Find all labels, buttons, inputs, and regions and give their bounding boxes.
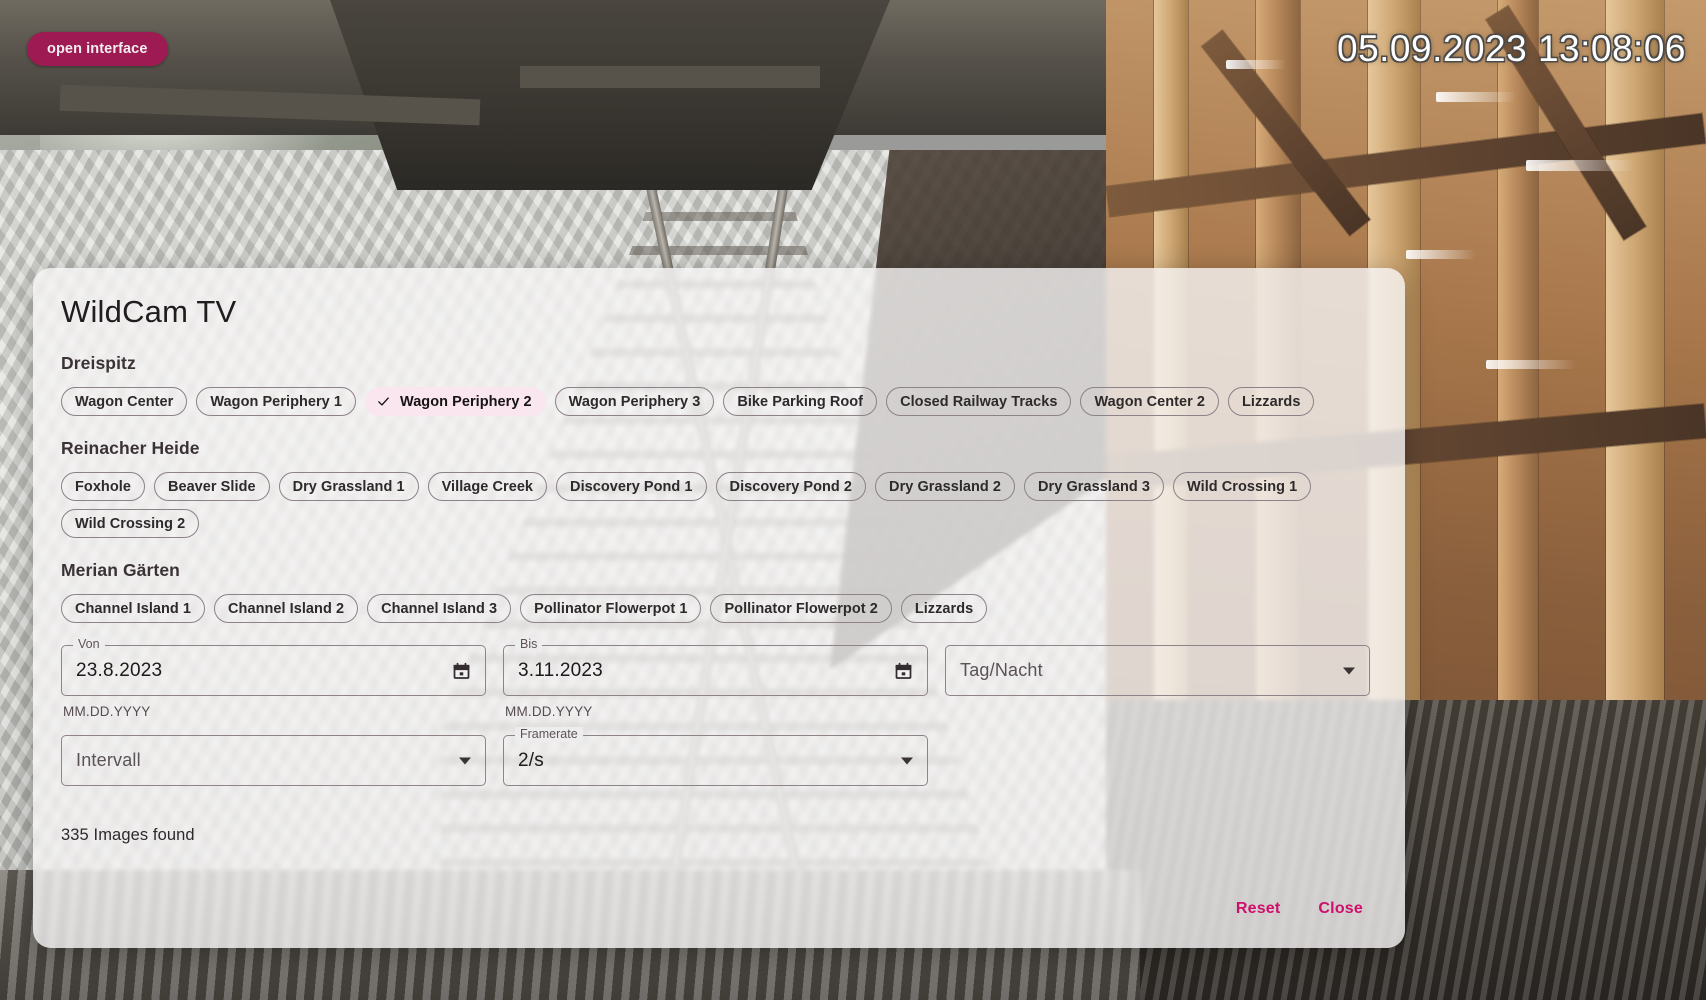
scene-light-glare [1436, 92, 1516, 102]
scene-light-glare [1526, 160, 1636, 171]
camera-chip[interactable]: Pollinator Flowerpot 2 [710, 594, 892, 623]
camera-chip[interactable]: Discovery Pond 2 [715, 472, 867, 501]
camera-chip[interactable]: Dry Grassland 2 [875, 472, 1016, 501]
result-count-label: 335 Images found [61, 826, 195, 844]
camera-chip[interactable]: Wagon Center 2 [1080, 387, 1220, 416]
camera-chip-label: Channel Island 3 [381, 600, 498, 617]
camera-chip-label: Dry Grassland 2 [889, 478, 1002, 495]
group-heading: Dreispitz [61, 353, 136, 373]
camera-chip[interactable]: Channel Island 2 [214, 594, 359, 623]
to-date-value: 3.11.2023 [518, 659, 603, 681]
camera-chip-label: Wagon Periphery 3 [568, 393, 701, 410]
camera-chip-label: Bike Parking Roof [737, 393, 864, 410]
reset-button[interactable]: Reset [1222, 892, 1295, 926]
camera-chip-label: Wagon Periphery 1 [210, 393, 342, 410]
camera-chip-label: Pollinator Flowerpot 2 [724, 600, 878, 617]
camera-chip[interactable]: Wagon Center [61, 387, 188, 416]
camera-chip[interactable]: Village Creek [427, 472, 548, 501]
group-heading: Merian Gärten [61, 560, 180, 580]
camera-chip-label: Wild Crossing 1 [1187, 478, 1298, 495]
scene-light-glare [1406, 250, 1476, 259]
wildcam-settings-dialog: WildCam TV Dreispitz Wagon Center Wagon Pe… [33, 268, 1405, 948]
interval-select-placeholder: Intervall [76, 750, 141, 770]
camera-chip[interactable]: Lizzards [900, 594, 988, 623]
camera-chip-label: Wild Crossing 2 [75, 515, 186, 532]
framerate-select-box[interactable]: Framerate 2/s [503, 727, 928, 786]
camera-chip-label: Wagon Periphery 2 [400, 393, 532, 410]
open-interface-button[interactable]: open interface [27, 32, 168, 66]
to-date-hint: MM.DD.YYYY [505, 704, 593, 719]
camera-chip[interactable]: Dry Grassland 1 [278, 472, 419, 501]
from-date-value: 23.8.2023 [76, 659, 163, 681]
camera-chip-label: Dry Grassland 3 [1038, 478, 1151, 495]
interval-select-box[interactable]: Intervall [61, 735, 486, 786]
camera-chip[interactable]: Pollinator Flowerpot 1 [520, 594, 702, 623]
camera-chip-label: Discovery Pond 2 [729, 478, 853, 495]
camera-chip-label: Foxhole [75, 478, 131, 495]
interval-select-field[interactable]: Intervall [61, 735, 486, 786]
camera-chip-label: Dry Grassland 1 [292, 478, 405, 495]
daynight-select-field[interactable]: Tag/Nacht [945, 645, 1370, 696]
camera-chip[interactable]: Wagon Periphery 3 [554, 387, 715, 416]
camera-chip-label: Village Creek [441, 478, 534, 495]
chip-row: Foxhole Beaver Slide Dry Grassland 1 Villag… [61, 472, 1377, 538]
video-timestamp: 05.09.2023 13:08:06 [1337, 28, 1686, 69]
dialog-actions: Reset Close [1222, 892, 1377, 926]
camera-chip-label: Beaver Slide [167, 478, 256, 495]
scene-wagon-shadow [330, 0, 890, 190]
camera-chip[interactable]: Wagon Periphery 1 [196, 387, 356, 416]
camera-chip-label: Channel Island 1 [75, 600, 192, 617]
framerate-select-field[interactable]: Framerate 2/s [503, 727, 928, 786]
chevron-down-icon[interactable] [1343, 667, 1355, 674]
camera-chip-label: Wagon Center [75, 393, 174, 410]
to-date-field[interactable]: Bis 3.11.2023 MM.DD.YYYY [503, 637, 928, 719]
camera-chip[interactable]: Lizzards [1228, 387, 1315, 416]
group-heading: Reinacher Heide [61, 438, 200, 458]
camera-chip-label: Discovery Pond 1 [570, 478, 693, 495]
calendar-icon[interactable] [451, 660, 472, 681]
camera-chip-label: Lizzards [914, 600, 974, 617]
calendar-icon[interactable] [893, 660, 914, 681]
from-date-box[interactable]: Von 23.8.2023 [61, 637, 486, 696]
framerate-label: Framerate [515, 727, 583, 742]
camera-chip[interactable]: Dry Grassland 3 [1024, 472, 1165, 501]
daynight-select-box[interactable]: Tag/Nacht [945, 645, 1370, 696]
to-date-box[interactable]: Bis 3.11.2023 [503, 637, 928, 696]
camera-chip-label: Lizzards [1242, 393, 1301, 410]
playback-filter-row: Intervall Framerate 2/s [61, 727, 1377, 786]
date-filter-row: Von 23.8.2023 MM.DD.YYYY Bis 3.11.2023 M… [61, 637, 1377, 719]
from-date-hint: MM.DD.YYYY [63, 704, 151, 719]
chevron-down-icon[interactable] [459, 757, 471, 764]
camera-chip[interactable]: Channel Island 3 [367, 594, 512, 623]
chip-row: Channel Island 1 Channel Island 2 Channel … [61, 594, 1377, 623]
camera-chip[interactable]: Discovery Pond 1 [556, 472, 707, 501]
scene-light-glare [1226, 60, 1286, 69]
camera-chip[interactable]: Channel Island 1 [61, 594, 206, 623]
camera-chip[interactable]: Closed Railway Tracks [886, 387, 1072, 416]
app-root: open interface 05.09.2023 13:08:06 WildC… [0, 0, 1706, 1000]
camera-chip-label: Pollinator Flowerpot 1 [534, 600, 688, 617]
from-date-field[interactable]: Von 23.8.2023 MM.DD.YYYY [61, 637, 486, 719]
camera-chip[interactable]: Wild Crossing 2 [61, 509, 200, 538]
daynight-select-placeholder: Tag/Nacht [960, 660, 1043, 680]
camera-chip[interactable]: Foxhole [61, 472, 145, 501]
camera-chip[interactable]: Wagon Periphery 2 [365, 387, 546, 416]
chip-row: Wagon Center Wagon Periphery 1 Wagon Perip… [61, 387, 1377, 416]
camera-chip-label: Channel Island 2 [228, 600, 345, 617]
camera-groups: Dreispitz Wagon Center Wagon Periphery 1 Wa… [61, 353, 1377, 623]
camera-chip[interactable]: Bike Parking Roof [723, 387, 878, 416]
framerate-value: 2/s [518, 749, 544, 771]
from-date-label: Von [73, 637, 105, 652]
close-button[interactable]: Close [1304, 892, 1377, 926]
dialog-title: WildCam TV [61, 294, 237, 329]
chevron-down-icon[interactable] [901, 757, 913, 764]
camera-chip[interactable]: Beaver Slide [153, 472, 270, 501]
to-date-label: Bis [515, 637, 543, 652]
scene-wagon-axle [520, 66, 820, 88]
scene-light-glare [1486, 360, 1576, 369]
camera-chip-label: Closed Railway Tracks [900, 393, 1058, 410]
camera-chip-label: Wagon Center 2 [1094, 393, 1206, 410]
camera-chip[interactable]: Wild Crossing 1 [1173, 472, 1312, 501]
